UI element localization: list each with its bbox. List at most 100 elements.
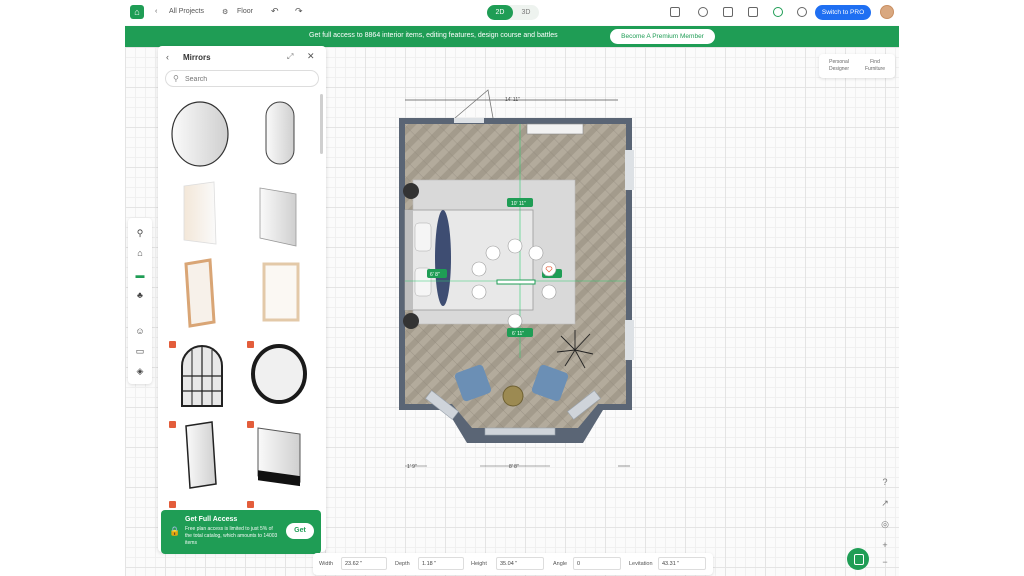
wood-frame-mirror-thumbnail (184, 258, 216, 328)
dim-bottom: 6' 11" (512, 331, 524, 337)
access-card-title: Get Full Access (185, 516, 238, 523)
delete-action-icon[interactable] (541, 284, 557, 300)
export-icon[interactable]: ↗ (879, 497, 891, 509)
dimension-bar: Width 23.62 " Depth 1.18 " Height 35.04 … (313, 553, 713, 575)
lamp-top (403, 183, 419, 199)
expand-icon[interactable]: ⤢ (287, 52, 293, 62)
replace-action-icon[interactable] (528, 245, 544, 261)
leaning-mirror-thumbnail (259, 187, 297, 247)
dim-bottom-left: 1' 9" (407, 464, 417, 470)
user-avatar[interactable] (880, 5, 894, 19)
access-card-description: Free plan access is limited to just 5% o… (185, 526, 278, 546)
settings-icon[interactable] (698, 7, 708, 17)
furniture-icon[interactable]: ▬ (135, 270, 145, 280)
find-furniture-button[interactable]: Find Furniture (857, 59, 893, 73)
image-icon[interactable]: ▭ (135, 346, 145, 356)
door-swing (454, 89, 494, 119)
ruler-icon[interactable] (723, 7, 733, 17)
depth-label: Depth (395, 561, 410, 567)
catalog-panel: ‹ Mirrors ⤢ ✕ ⚲ (158, 46, 326, 552)
dim-rug-top: 10' 11" (511, 201, 526, 207)
people-icon[interactable]: ☺ (135, 326, 145, 336)
left-tool-strip: ⚲ ⌂ ▬ ♣ ☺ ▭ ◈ (128, 218, 152, 384)
mirror-item[interactable] (242, 96, 315, 170)
levitation-field[interactable]: 43.31 " (658, 557, 706, 570)
all-projects-link[interactable]: All Projects (169, 8, 204, 15)
frameless-mirror-thumbnail (183, 181, 217, 245)
panel-scrollbar[interactable] (320, 94, 323, 154)
window-top (454, 118, 484, 123)
lock-icon (247, 501, 254, 508)
height-field[interactable]: 35.04 " (496, 557, 544, 570)
app-logo-icon[interactable]: ⌂ (130, 5, 144, 19)
window-right-2 (625, 320, 634, 360)
mirror-item[interactable] (242, 176, 315, 250)
chat-button[interactable] (847, 548, 869, 570)
floor-selector[interactable]: Floor (237, 8, 253, 15)
center-view-icon[interactable]: ◎ (879, 518, 891, 530)
move-action-icon[interactable] (507, 238, 523, 254)
top-toolbar: ⌂ ‹ All Projects ⚙ Floor ↶ ↷ 2D 3D Switc… (125, 0, 899, 25)
box-icon[interactable]: ◈ (135, 366, 145, 376)
designer-menu: Personal Designer Find Furniture (819, 54, 895, 78)
find-furniture-line1: Find (870, 59, 880, 65)
get-access-button[interactable]: Get (286, 523, 314, 539)
mirror-item[interactable] (242, 416, 315, 490)
lock-icon (169, 341, 176, 348)
height-label: Height (471, 561, 487, 567)
search-icon: ⚲ (173, 74, 179, 83)
overall-width-label: 14' 11" (505, 97, 520, 103)
mirror-item[interactable] (164, 336, 237, 410)
rotate-action-icon[interactable] (485, 245, 501, 261)
lamp-bottom (403, 313, 419, 329)
rotate-handle-icon[interactable] (507, 313, 523, 329)
width-field[interactable]: 23.62 " (341, 557, 387, 570)
copy-icon[interactable] (748, 7, 758, 17)
promo-banner: Get full access to 8864 interior items, … (125, 26, 899, 47)
mirror-item[interactable] (164, 416, 237, 490)
lock-icon: 🔒 (169, 526, 181, 536)
favorite-action-icon[interactable] (541, 261, 557, 277)
personal-designer-button[interactable]: Personal Designer (821, 59, 857, 73)
zoom-in-icon[interactable]: + (879, 539, 891, 551)
app-stage: ⌂ ‹ All Projects ⚙ Floor ↶ ↷ 2D 3D Switc… (125, 0, 899, 576)
mirror-item[interactable] (242, 256, 315, 330)
chevron-left-icon[interactable]: ‹ (155, 8, 157, 15)
personal-designer-line1: Personal (829, 59, 849, 65)
width-label: Width (319, 561, 334, 567)
angle-label: Angle (553, 561, 568, 567)
info-action-icon[interactable] (471, 284, 487, 300)
floor-plan[interactable]: 14' 11" 10' 11" 6' 8" 6' 11" 1' 9" 8' 8" (385, 88, 645, 473)
switch-to-pro-button[interactable]: Switch to PRO (815, 5, 871, 20)
side-table[interactable] (502, 385, 524, 407)
building-icon[interactable]: ⌂ (135, 248, 145, 258)
mode-2d-button[interactable]: 2D (487, 5, 513, 20)
render-icon[interactable] (773, 7, 783, 17)
lock-icon (247, 421, 254, 428)
undo-icon[interactable]: ↶ (271, 6, 279, 17)
round-mirror-thumbnail (171, 101, 229, 167)
search-icon[interactable]: ⚲ (135, 228, 145, 238)
help-icon[interactable]: ? (879, 476, 891, 488)
zoom-out-icon[interactable]: − (879, 556, 891, 568)
tree-icon[interactable]: ♣ (135, 290, 145, 300)
depth-field[interactable]: 1.18 " (418, 557, 464, 570)
copy-action-icon[interactable] (471, 261, 487, 277)
dim-bottom-center: 8' 8" (509, 464, 519, 470)
lock-icon (169, 501, 176, 508)
mirror-item[interactable] (164, 176, 237, 250)
search-box: ⚲ (165, 70, 319, 87)
redo-icon[interactable]: ↷ (295, 6, 303, 17)
mirror-item[interactable] (164, 96, 237, 170)
mirror-item[interactable] (242, 336, 315, 410)
mirror-item[interactable] (164, 256, 237, 330)
become-premium-button[interactable]: Become A Premium Member (610, 29, 715, 44)
selected-mirror[interactable] (496, 279, 536, 285)
mode-3d-button[interactable]: 3D (513, 5, 539, 20)
angle-field[interactable]: 0 (573, 557, 621, 570)
camera-icon[interactable] (670, 7, 680, 17)
close-icon[interactable]: ✕ (307, 51, 315, 62)
share-icon[interactable] (797, 7, 807, 17)
search-input[interactable] (185, 73, 310, 85)
back-icon[interactable]: ‹ (166, 52, 169, 62)
